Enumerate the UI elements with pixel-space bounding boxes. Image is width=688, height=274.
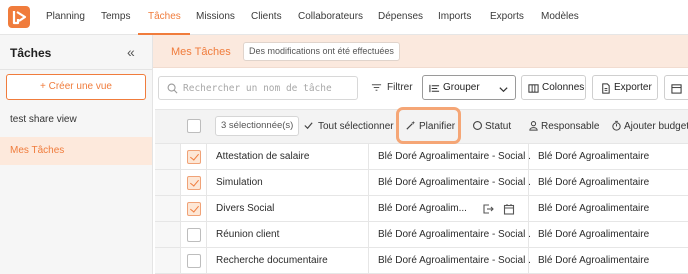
filter-button[interactable]: Filtrer (365, 75, 417, 100)
table-row[interactable]: Attestation de salaire Blé Doré Agroalim… (180, 144, 688, 170)
export-label: Exporter (614, 82, 652, 93)
sidebar-divider (0, 69, 152, 70)
task-client: Blé Doré Agroalimentaire - Social ... (378, 229, 530, 240)
row-gutter (155, 144, 180, 170)
task-company: Blé Doré Agroalimentaire (538, 203, 650, 214)
group-label: Grouper (443, 82, 480, 93)
group-dropdown[interactable]: Grouper (422, 75, 516, 100)
user-badge-icon (529, 121, 538, 131)
row-checkbox[interactable] (187, 150, 201, 164)
task-company: Blé Doré Agroalimentaire (538, 255, 650, 266)
status-circle-icon (473, 121, 482, 130)
columns-icon (528, 84, 539, 93)
plan-button-highlight (396, 107, 461, 144)
unsaved-changes-badge[interactable]: Des modifications ont été effectuées (243, 42, 400, 61)
nav-planning[interactable]: Planning (46, 11, 85, 22)
nav-modeles[interactable]: Modèles (541, 11, 579, 22)
sidebar-item-test-share-view[interactable]: test share view (0, 106, 152, 134)
document-icon (602, 83, 610, 94)
task-name: Simulation (216, 177, 263, 188)
export-button[interactable]: Exporter (592, 75, 658, 100)
row-checkbox[interactable] (187, 228, 201, 242)
nav-exports[interactable]: Exports (490, 11, 524, 22)
nav-clients[interactable]: Clients (251, 11, 282, 22)
row-gutter (155, 222, 180, 248)
table-row[interactable]: Recherche documentaire Blé Doré Agroalim… (180, 248, 688, 274)
task-client: Blé Doré Agroalimentaire - Social ... (378, 255, 530, 266)
task-company: Blé Doré Agroalimentaire (538, 151, 650, 162)
task-client: Blé Doré Agroalimentaire - Social ... (378, 177, 530, 188)
table-row[interactable]: Réunion client Blé Doré Agroalimentaire … (180, 222, 688, 248)
app-logo-icon[interactable] (8, 6, 30, 28)
checkmark-icon (304, 122, 313, 130)
group-icon (429, 84, 440, 93)
responsible-button[interactable]: Responsable (541, 121, 599, 132)
sidebar-title: Tâches (10, 46, 52, 60)
selection-count-badge: 3 sélectionnée(s) (215, 116, 300, 136)
view-header: Mes Tâches Des modifications ont été eff… (153, 35, 688, 68)
nav-collaborateurs[interactable]: Collaborateurs (298, 11, 363, 22)
row-checkbox[interactable] (187, 254, 201, 268)
sidebar: Tâches « + Créer une vue test share view… (0, 35, 153, 274)
row-gutter (155, 196, 180, 222)
search-icon (167, 83, 178, 94)
task-client: Blé Doré Agroalimentaire - Social ... (378, 151, 530, 162)
table-row[interactable]: Simulation Blé Doré Agroalimentaire - So… (180, 170, 688, 196)
collapse-sidebar-icon[interactable]: « (127, 44, 135, 60)
task-company: Blé Doré Agroalimentaire (538, 177, 650, 188)
search-input[interactable] (183, 79, 353, 97)
task-company: Blé Doré Agroalimentaire (538, 229, 650, 240)
row-gutter (155, 170, 180, 196)
filter-label: Filtrer (387, 82, 413, 93)
nav-temps[interactable]: Temps (101, 11, 130, 22)
add-budget-button[interactable]: Ajouter budget (624, 121, 688, 132)
select-all-button[interactable]: Tout sélectionner (318, 121, 394, 132)
nav-depenses[interactable]: Dépenses (378, 11, 423, 22)
task-client: Blé Doré Agroalim... (378, 203, 467, 214)
task-name: Attestation de salaire (216, 151, 310, 162)
status-button[interactable]: Statut (485, 121, 511, 132)
nav-taches[interactable]: Tâches (148, 11, 181, 22)
columns-label: Colonnes (542, 82, 585, 93)
chevron-down-icon (499, 87, 508, 93)
column-divider (368, 144, 369, 274)
calendar-icon[interactable] (503, 203, 515, 215)
select-all-checkbox[interactable] (187, 119, 201, 133)
column-divider (206, 144, 207, 274)
stopwatch-icon (612, 120, 621, 131)
row-checkbox[interactable] (187, 176, 201, 190)
columns-button[interactable]: Colonnes (521, 75, 586, 100)
table-row[interactable]: Divers Social Blé Doré Agroalim... Blé D… (180, 196, 688, 222)
column-divider (528, 144, 529, 274)
calendar-view-button[interactable] (664, 75, 688, 100)
search-box[interactable] (158, 76, 358, 100)
nav-imports[interactable]: Imports (438, 11, 471, 22)
task-name: Divers Social (216, 203, 275, 214)
filter-icon (371, 84, 382, 91)
task-name: Recherche documentaire (216, 255, 328, 266)
row-gutter (155, 248, 180, 274)
nav-missions[interactable]: Missions (196, 11, 235, 22)
sidebar-item-mes-taches[interactable]: Mes Tâches (0, 137, 152, 165)
create-view-button[interactable]: + Créer une vue (6, 74, 146, 100)
open-external-icon[interactable] (482, 203, 494, 215)
top-nav: Planning Temps Tâches Missions Clients C… (0, 0, 688, 35)
calendar-icon (671, 84, 682, 94)
row-checkbox[interactable] (187, 202, 201, 216)
column-divider (180, 144, 181, 274)
task-name: Réunion client (216, 229, 280, 240)
view-title: Mes Tâches (171, 46, 231, 58)
